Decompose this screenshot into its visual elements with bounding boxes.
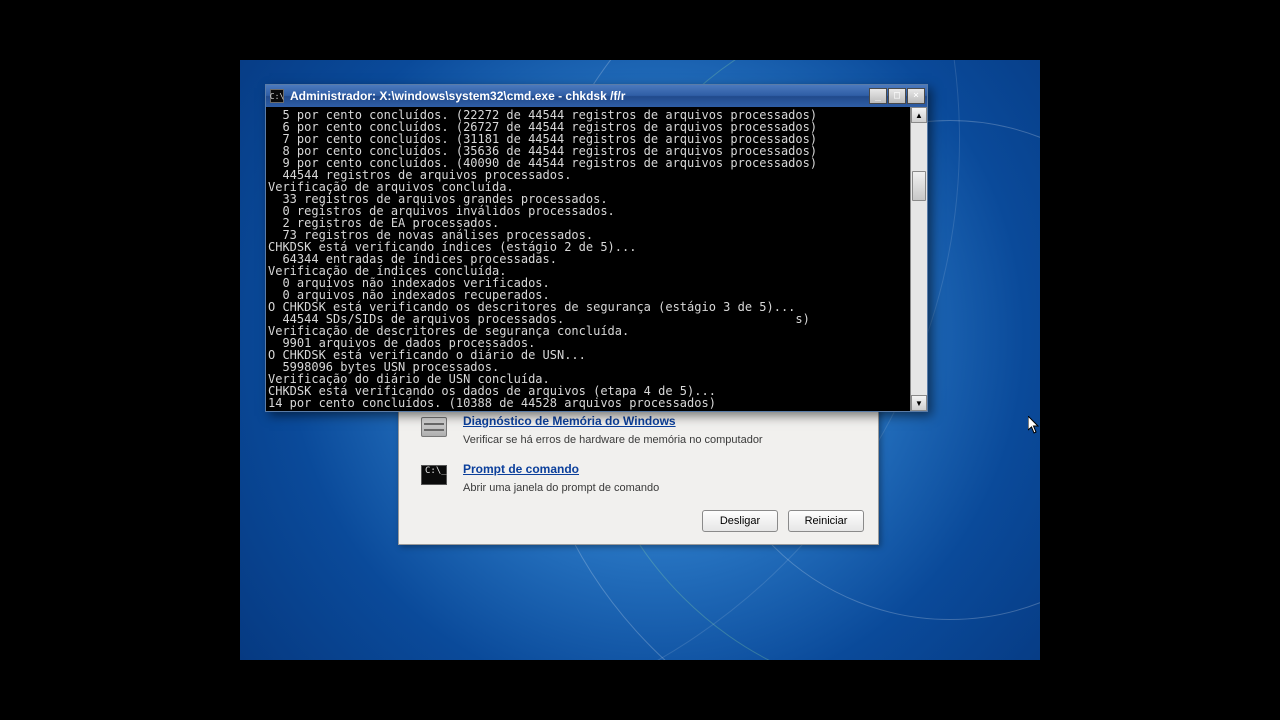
scroll-down-button[interactable]: ▼ (911, 395, 927, 411)
option-description: Verificar se há erros de hardware de mem… (463, 432, 864, 448)
option-command-prompt[interactable]: C:\_ Prompt de comando Abrir uma janela … (399, 454, 878, 502)
scroll-up-button[interactable]: ▲ (911, 107, 927, 123)
terminal-output: 5 por cento concluídos. (22272 de 44544 … (266, 107, 910, 411)
minimize-button[interactable]: _ (869, 88, 887, 104)
mouse-cursor-icon (1028, 416, 1040, 434)
recovery-options-dialog: Diagnóstico de Memória do Windows Verifi… (398, 405, 879, 545)
option-memory-diagnostic[interactable]: Diagnóstico de Memória do Windows Verifi… (399, 406, 878, 454)
maximize-button[interactable]: □ (888, 88, 906, 104)
memory-icon (419, 412, 449, 442)
titlebar[interactable]: C:\ Administrador: X:\windows\system32\c… (266, 85, 927, 107)
cmd-icon: C:\_ (419, 460, 449, 490)
vertical-scrollbar[interactable]: ▲ ▼ (910, 107, 927, 411)
scroll-track[interactable] (911, 123, 927, 395)
close-button[interactable]: × (907, 88, 925, 104)
option-description: Abrir uma janela do prompt de comando (463, 480, 864, 496)
restart-button[interactable]: Reiniciar (788, 510, 864, 532)
window-title: Administrador: X:\windows\system32\cmd.e… (290, 89, 869, 103)
shutdown-button[interactable]: Desligar (702, 510, 778, 532)
option-title[interactable]: Prompt de comando (463, 460, 864, 478)
scroll-thumb[interactable] (912, 171, 926, 201)
dialog-button-row: Desligar Reiniciar (399, 502, 878, 544)
desktop-background: Diagnóstico de Memória do Windows Verifi… (240, 60, 1040, 660)
option-title[interactable]: Diagnóstico de Memória do Windows (463, 412, 864, 430)
cmd-window: C:\ Administrador: X:\windows\system32\c… (265, 84, 928, 412)
cmd-app-icon: C:\ (270, 89, 284, 103)
